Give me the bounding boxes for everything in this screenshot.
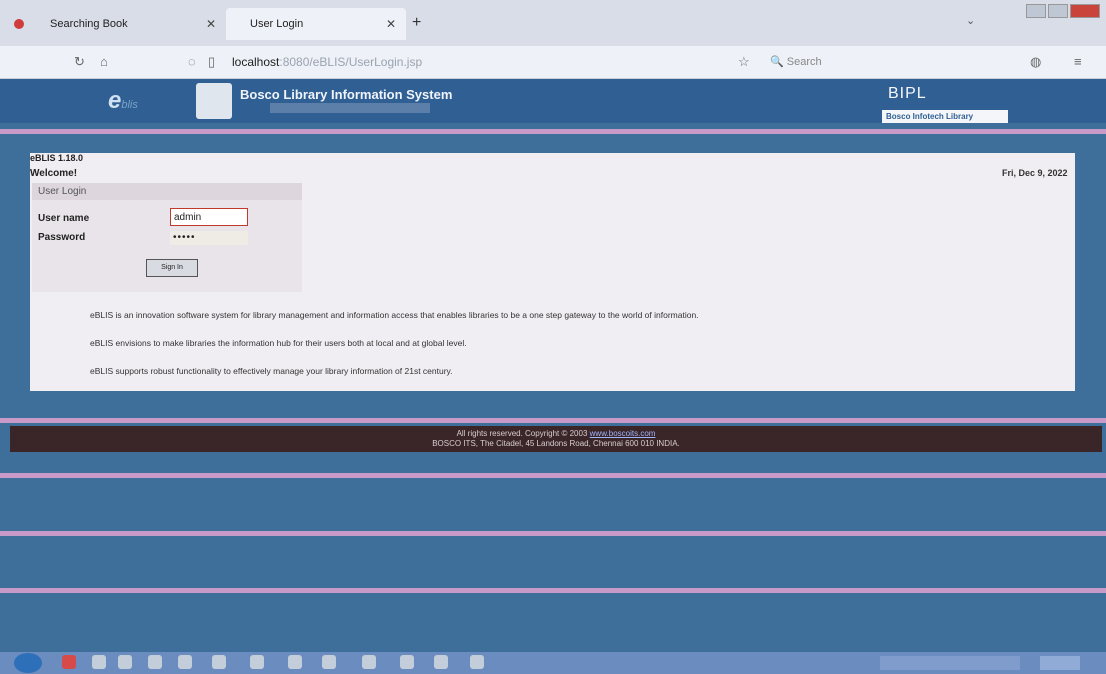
reload-icon[interactable]: ↻ [74,54,85,70]
taskbar-app-icon[interactable] [178,655,192,669]
background-stripe [0,473,1106,478]
window-controls [1026,4,1100,18]
logo-letter: e [108,87,122,114]
copyright-line: All rights reserved. Copyright © 2003 ww… [10,429,1102,438]
bookmark-star-icon[interactable]: ☆ [738,54,750,70]
current-date: Fri, Dec 9, 2022 [1002,168,1068,178]
taskbar-app-icon[interactable] [92,655,106,669]
navigation-bar: ↻ ⌂ ◌ ▯ localhost:8080/eBLIS/UserLogin.j… [0,46,1106,79]
divider-stripe [0,418,1106,423]
taskbar-app-icon[interactable] [250,655,264,669]
username-label: User name [38,213,90,224]
close-icon[interactable]: ✕ [206,17,216,31]
sign-in-button[interactable]: Sign In [146,259,198,277]
firefox-icon[interactable] [62,655,76,669]
system-tray[interactable] [880,656,1020,670]
search-placeholder: Search [786,56,822,68]
taskbar-app-icon[interactable] [362,655,376,669]
footer-link[interactable]: www.boscoits.com [590,429,656,438]
taskbar-app-icon[interactable] [148,655,162,669]
shield-icon[interactable]: ◌ [188,54,196,69]
tab-label: Searching Book [50,18,128,30]
close-icon[interactable]: ✕ [386,17,396,31]
browser-tab-bar: Searching Book ✕ User Login ✕ + ⌄ [0,0,1106,46]
taskbar-app-icon[interactable] [118,655,132,669]
background-stripe [0,531,1106,536]
version-label: eBLIS 1.18.0 [30,153,84,163]
home-icon[interactable]: ⌂ [100,54,108,69]
description-line: eBLIS is an innovation software system f… [90,310,699,320]
new-tab-button[interactable]: + [412,14,421,32]
taskbar-app-icon[interactable] [322,655,336,669]
taskbar-app-icon[interactable] [434,655,448,669]
taskbar-app-icon[interactable] [212,655,226,669]
taskbar-app-icon[interactable] [288,655,302,669]
background-stripe [0,588,1106,593]
menu-icon[interactable]: ≡ [1074,54,1082,69]
url-path: :8080/eBLIS/UserLogin.jsp [279,55,423,69]
description-line: eBLIS envisions to make libraries the in… [90,338,467,348]
address-line: BOSCO ITS, The Citadel, 45 Landons Road,… [432,439,680,448]
minimize-button[interactable] [1026,4,1046,18]
firefox-icon [14,19,24,29]
close-window-button[interactable] [1070,4,1100,18]
chevron-down-icon[interactable]: ⌄ [966,14,975,27]
copyright-text: All rights reserved. Copyright © 2003 [456,429,588,438]
login-box-title: User Login [32,183,302,200]
site-footer: All rights reserved. Copyright © 2003 ww… [10,426,1102,452]
taskbar-app-icon[interactable] [470,655,484,669]
url-host: localhost [232,55,280,69]
description-line: eBLIS supports robust functionality to e… [90,366,453,376]
brand-subtitle-graphic [270,103,430,113]
library-badge: Bosco Infotech Library [882,110,1008,123]
maximize-button[interactable] [1048,4,1068,18]
search-box[interactable]: 🔍 Search [770,55,822,68]
bipl-logo: BIPL [888,85,927,102]
divider-stripe [0,129,1106,134]
tab-user-login[interactable]: User Login ✕ [226,8,406,40]
password-input[interactable]: ••••• [170,231,248,245]
brand-title: Bosco Library Information System [240,87,453,102]
clock[interactable] [1040,656,1080,670]
url-bar[interactable]: localhost:8080/eBLIS/UserLogin.jsp [232,55,422,69]
taskbar-app-icon[interactable] [400,655,414,669]
username-input[interactable]: admin [170,208,248,226]
logo-sub: blis [121,99,138,111]
library-book-icon [196,83,232,119]
tab-label: User Login [250,18,304,30]
page-icon: ▯ [208,54,216,69]
welcome-text: Welcome! [30,168,78,179]
password-label: Password [38,232,86,243]
start-button[interactable] [14,653,42,673]
pocket-icon[interactable]: ◍ [1030,54,1041,70]
eblis-logo: eblis [108,87,138,115]
tab-searching-book[interactable]: Searching Book ✕ [14,8,226,40]
